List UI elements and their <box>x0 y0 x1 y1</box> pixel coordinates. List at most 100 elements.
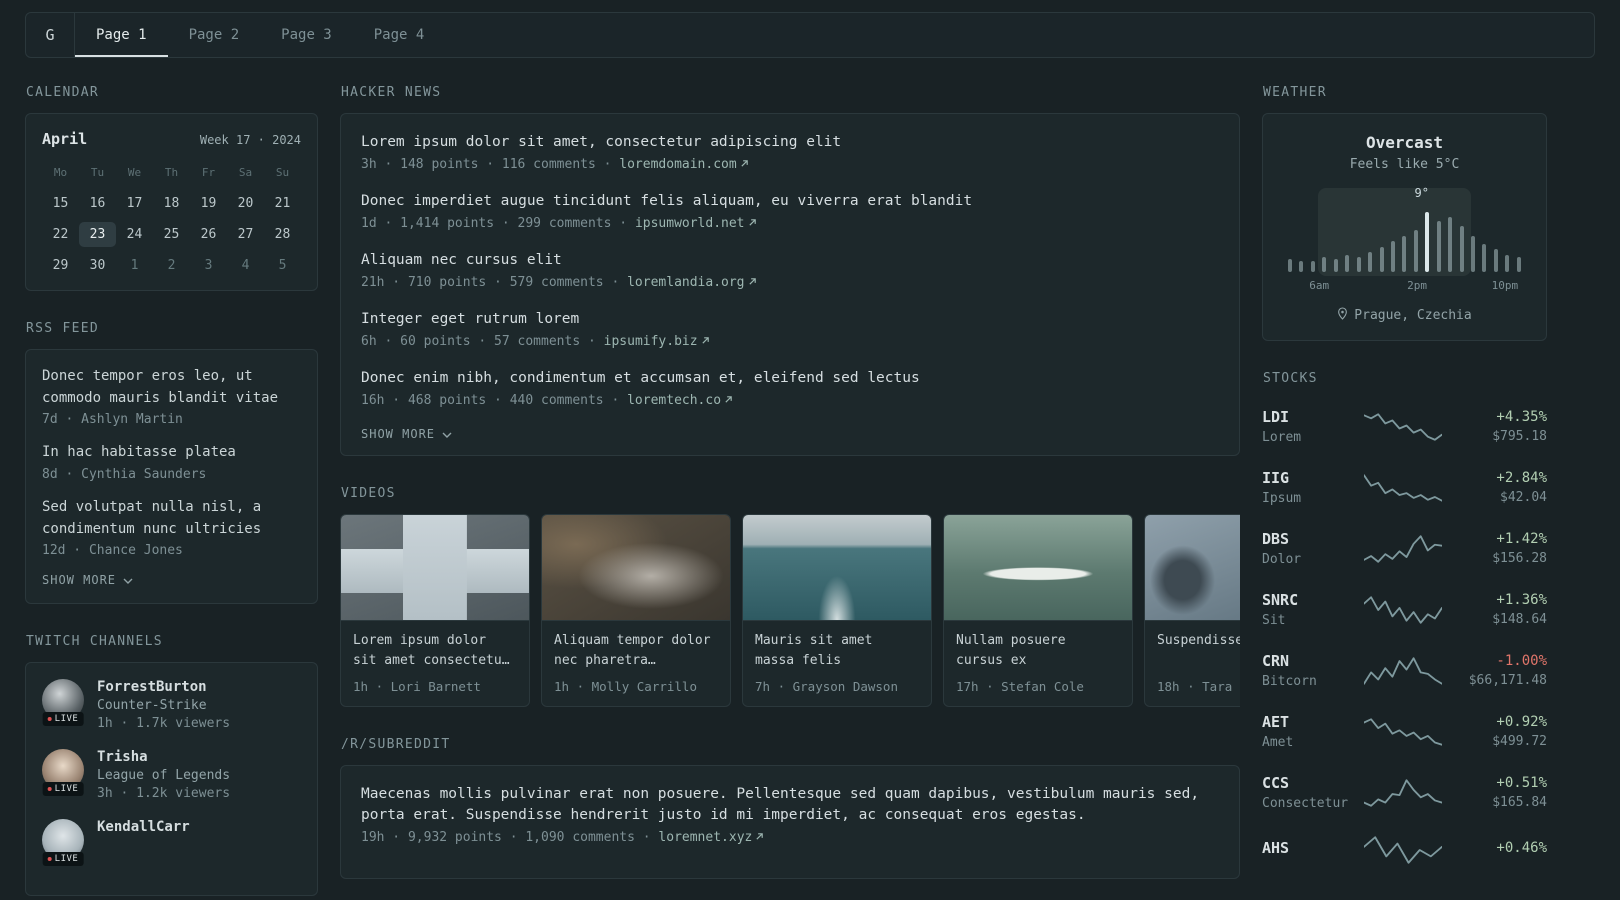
twitch-channel[interactable]: LIVE Trisha League of Legends 3h · 1.2k … <box>42 749 301 801</box>
hn-item-meta: 16h · 468 points · 440 comments · loremt… <box>361 393 1219 408</box>
left-column: CALENDAR April Week 17 · 2024 Mo Tu We T… <box>25 85 318 900</box>
video-title: Aliquam tempor dolor nec pharetra… <box>554 633 711 669</box>
stock-sparkline <box>1364 412 1442 442</box>
video-meta: 18h · Tara <box>1157 679 1233 695</box>
stock-row[interactable]: LDI Lorem +4.35% $795.18 <box>1262 408 1547 445</box>
reddit-post-title[interactable]: Maecenas mollis pulvinar erat non posuer… <box>361 784 1219 826</box>
calendar-day-selected: 23 <box>79 222 116 247</box>
live-badge: LIVE <box>42 852 84 867</box>
stock-price: $148.64 <box>1492 612 1547 627</box>
calendar-day: 17 <box>126 196 143 211</box>
hn-item-title[interactable]: Integer eget rutrum lorem <box>361 309 1219 330</box>
stock-row[interactable]: CCS Consectetur +0.51% $165.84 <box>1262 774 1547 811</box>
top-nav: G Page 1 Page 2 Page 3 Page 4 <box>25 12 1595 58</box>
weather-section-title: WEATHER <box>1263 85 1327 100</box>
hn-item-title[interactable]: Donec enim nibh, condimentum et accumsan… <box>361 368 1219 389</box>
weather-condition: Overcast <box>1365 133 1444 152</box>
twitch-section-title: TWITCH CHANNELS <box>26 634 163 650</box>
subreddit-section: /R/SUBREDDIT Maecenas mollis pulvinar er… <box>340 737 1240 880</box>
stock-change: +0.92% <box>1496 714 1547 730</box>
hn-item-domain[interactable]: loremlandia.org <box>627 275 744 290</box>
videos-row: Lorem ipsum dolor sit amet consectetu… 1… <box>340 514 1240 708</box>
hn-show-more-button[interactable]: SHOW MORE <box>361 427 1219 441</box>
hn-item-title[interactable]: Lorem ipsum dolor sit amet, consectetur … <box>361 132 1219 153</box>
stock-change: +0.46% <box>1496 840 1547 856</box>
hn-item-title[interactable]: Aliquam nec cursus elit <box>361 250 1219 271</box>
rss-show-more-button[interactable]: SHOW MORE <box>42 573 301 587</box>
stocks-list: LDI Lorem +4.35% $795.18 IIG Ipsum +2.84% $4… <box>1262 408 1547 865</box>
hn-item-title[interactable]: Donec imperdiet augue tincidunt felis al… <box>361 191 1219 212</box>
channel-name[interactable]: ForrestBurton <box>97 679 230 695</box>
twitch-channel[interactable]: LIVE ForrestBurton Counter-Strike 1h · 1… <box>42 679 301 731</box>
rss-item-title[interactable]: Donec tempor eros leo, ut commodo mauris… <box>42 366 301 409</box>
hn-meta-text: 16h · 468 points · 440 comments · <box>361 393 628 409</box>
video-card[interactable]: Aliquam tempor dolor nec pharetra… 1h · … <box>541 514 731 708</box>
stock-sparkline <box>1364 534 1442 564</box>
hn-meta-text: 1d · 1,414 points · 299 comments · <box>361 216 635 232</box>
page: G Page 1 Page 2 Page 3 Page 4 CALENDAR A… <box>0 0 1620 900</box>
reddit-post: Maecenas mollis pulvinar erat non posuer… <box>361 784 1219 845</box>
twitch-channel[interactable]: LIVE KendallCarr <box>42 819 301 867</box>
chevron-down-icon <box>123 573 133 587</box>
channel-name[interactable]: KendallCarr <box>97 819 190 835</box>
tab-page-4[interactable]: Page 4 <box>353 13 446 57</box>
rss-item-title[interactable]: In hac habitasse platea <box>42 442 301 464</box>
hn-meta-text: 21h · 710 points · 579 comments · <box>361 275 628 291</box>
hackernews-section: HACKER NEWS Lorem ipsum dolor sit amet, … <box>340 85 1240 457</box>
video-card[interactable]: Nullam posuere cursus ex 17h · Stefan Co… <box>943 514 1133 708</box>
live-badge: LIVE <box>42 712 84 727</box>
tab-page-1[interactable]: Page 1 <box>75 13 168 57</box>
channel-game: League of Legends <box>97 768 231 784</box>
stock-symbol: LDI <box>1262 408 1290 426</box>
stock-row[interactable]: CRN Bitcorn -1.00% $66,171.48 <box>1262 652 1547 689</box>
video-thumbnail <box>542 515 730 622</box>
weekday-label: Su <box>275 166 290 179</box>
hn-item-domain[interactable]: loremtech.co <box>627 393 721 408</box>
video-meta: 17h · Stefan Cole <box>956 679 1084 695</box>
channel-info: ForrestBurton Counter-Strike 1h · 1.7k v… <box>97 679 230 731</box>
rss-item[interactable]: Sed volutpat nulla nisl, a condimentum n… <box>42 497 301 558</box>
stock-price: $165.84 <box>1492 795 1547 810</box>
live-dot-icon <box>47 787 52 792</box>
hn-item-domain[interactable]: ipsumworld.net <box>635 216 745 231</box>
stock-row[interactable]: IIG Ipsum +2.84% $42.04 <box>1262 469 1547 506</box>
stock-price: $156.28 <box>1492 551 1547 566</box>
channel-name[interactable]: Trisha <box>97 749 230 765</box>
video-card[interactable]: Lorem ipsum dolor sit amet consectetu… 1… <box>340 514 530 708</box>
rss-item-meta: 8d · Cynthia Saunders <box>42 467 207 483</box>
channel-info: KendallCarr <box>97 819 190 861</box>
live-label: LIVE <box>54 854 79 865</box>
hackernews-card: Lorem ipsum dolor sit amet, consectetur … <box>340 113 1240 457</box>
video-card[interactable]: Mauris sit amet massa felis 7h · Grayson… <box>742 514 932 708</box>
weather-feels-like: Feels like 5°C <box>1349 157 1460 172</box>
hn-item-domain[interactable]: ipsumify.biz <box>604 334 698 349</box>
calendar-day: 28 <box>274 227 291 242</box>
stock-row[interactable]: SNRC Sit +1.36% $148.64 <box>1262 591 1547 628</box>
stock-price: $499.72 <box>1492 734 1547 749</box>
video-meta: 1h · Molly Carrillo <box>554 679 697 695</box>
app-logo[interactable]: G <box>26 13 74 57</box>
video-thumbnail <box>341 515 529 622</box>
stock-symbol: IIG <box>1262 469 1290 487</box>
calendar-day: 20 <box>237 196 254 211</box>
video-card[interactable]: Suspendisse diam 18h · Tara <box>1144 514 1240 708</box>
rss-item-title[interactable]: Sed volutpat nulla nisl, a condimentum n… <box>42 497 301 540</box>
stock-row[interactable]: AHS +0.46% <box>1262 835 1547 865</box>
weather-chart: 9° <box>1281 186 1528 276</box>
stock-row[interactable]: DBS Dolor +1.42% $156.28 <box>1262 530 1547 567</box>
stock-price: $42.04 <box>1500 490 1547 505</box>
calendar-day: 29 <box>52 258 69 273</box>
stock-row[interactable]: AET Amet +0.92% $499.72 <box>1262 713 1547 750</box>
reddit-post-domain[interactable]: loremnet.xyz <box>658 830 752 845</box>
stock-change: +1.36% <box>1496 592 1547 608</box>
hn-item-domain[interactable]: loremdomain.com <box>619 157 736 172</box>
rss-item[interactable]: In hac habitasse platea 8d · Cynthia Sau… <box>42 442 301 482</box>
hn-item-meta: 3h · 148 points · 116 comments · loremdo… <box>361 157 1219 172</box>
tab-page-2[interactable]: Page 2 <box>168 13 261 57</box>
calendar-day: 26 <box>200 227 217 242</box>
calendar-day: 24 <box>126 227 143 242</box>
rss-item[interactable]: Donec tempor eros leo, ut commodo mauris… <box>42 366 301 427</box>
tab-page-3[interactable]: Page 3 <box>260 13 353 57</box>
stock-sparkline <box>1364 835 1442 865</box>
calendar-card: April Week 17 · 2024 Mo Tu We Th Fr Sa S… <box>25 113 318 291</box>
